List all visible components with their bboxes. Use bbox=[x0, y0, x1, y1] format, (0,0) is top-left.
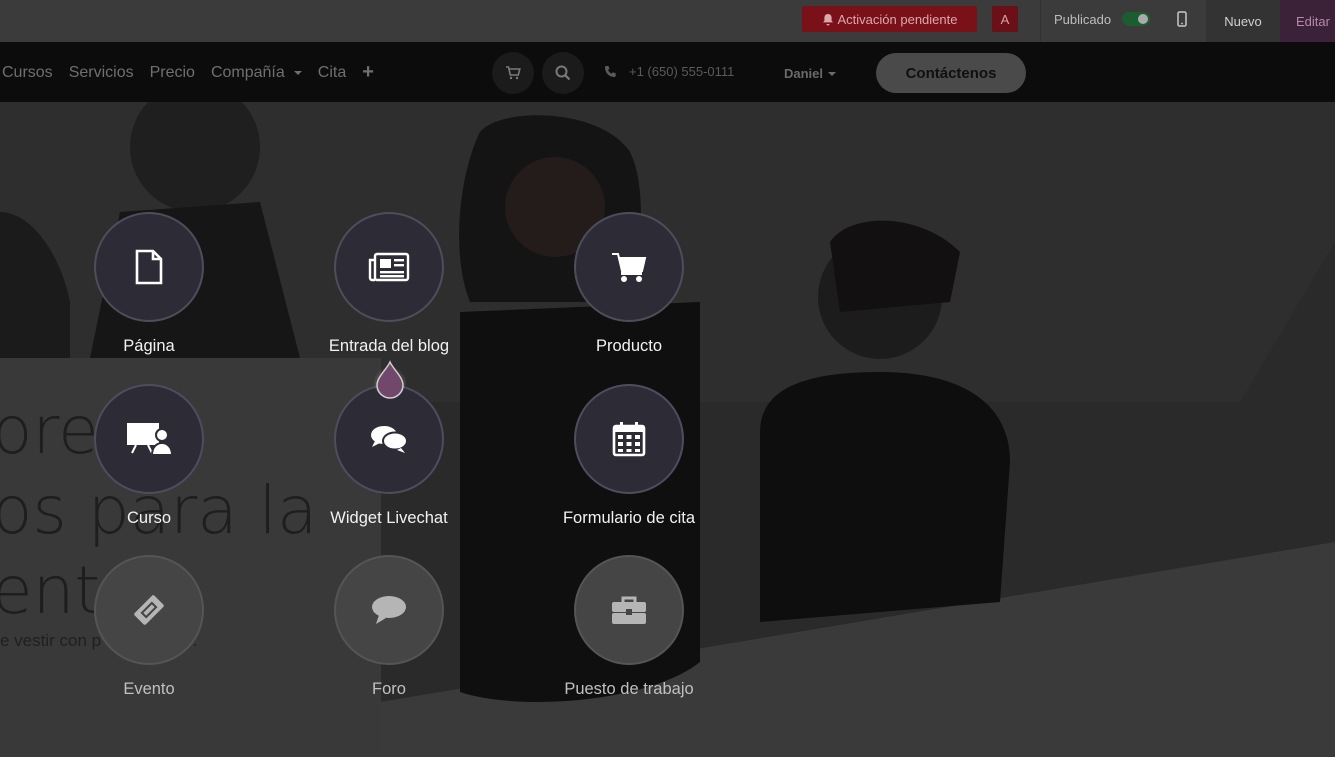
activation-pending-button[interactable]: Activación pendiente bbox=[802, 6, 977, 32]
mobile-preview-icon[interactable] bbox=[1177, 11, 1187, 32]
option-event-label: Evento bbox=[123, 680, 175, 698]
bell-icon bbox=[822, 13, 833, 25]
option-blog-post[interactable]: Entrada del blog bbox=[269, 212, 509, 372]
nav-link-compania-label: Compañía bbox=[210, 64, 285, 81]
option-product-label: Producto bbox=[595, 337, 663, 355]
user-menu[interactable]: Daniel bbox=[784, 66, 837, 81]
user-name: Daniel bbox=[784, 66, 824, 81]
option-blog-post-circle[interactable] bbox=[334, 212, 444, 322]
option-job-position[interactable]: Puesto de trabajo bbox=[509, 555, 749, 715]
contact-us-button[interactable]: Contáctenos bbox=[876, 53, 1026, 93]
option-page-circle[interactable] bbox=[94, 212, 204, 322]
divider bbox=[1040, 0, 1041, 42]
option-livechat-widget[interactable]: Widget Livechat bbox=[269, 384, 509, 544]
option-livechat-widget-label: Widget Livechat bbox=[330, 509, 448, 527]
option-livechat-widget-circle[interactable] bbox=[334, 384, 444, 494]
chat-bubbles-icon bbox=[371, 426, 408, 453]
option-event[interactable]: Evento bbox=[29, 555, 269, 715]
option-course-label: Curso bbox=[126, 509, 171, 527]
new-button[interactable]: Nuevo bbox=[1206, 0, 1280, 42]
option-product-circle[interactable] bbox=[574, 212, 684, 322]
droplet-icon bbox=[374, 360, 406, 399]
add-menu-item-icon[interactable]: + bbox=[362, 62, 374, 82]
chevron-down-icon bbox=[293, 71, 302, 75]
nav-link-servicios[interactable]: Servicios bbox=[69, 64, 134, 82]
published-label: Publicado bbox=[1054, 12, 1112, 27]
file-icon bbox=[135, 249, 163, 285]
editor-top-bar: Activación pendiente A Publicado Nuevo E… bbox=[0, 0, 1335, 43]
option-page-label: Página bbox=[123, 337, 175, 355]
nav-menu: Cursos Servicios Precio Compañía Cita + bbox=[2, 62, 374, 82]
option-forum[interactable]: Foro bbox=[269, 555, 509, 715]
search-icon bbox=[555, 65, 571, 81]
briefcase-icon bbox=[612, 596, 646, 624]
option-job-position-circle[interactable] bbox=[574, 555, 684, 665]
option-appointment-form-circle[interactable] bbox=[574, 384, 684, 494]
ticket-icon bbox=[134, 595, 164, 625]
option-appointment-form[interactable]: Formulario de cita bbox=[509, 384, 749, 544]
presentation-icon bbox=[127, 423, 172, 456]
nav-link-cita[interactable]: Cita bbox=[318, 64, 346, 82]
option-event-circle[interactable] bbox=[94, 555, 204, 665]
comment-icon bbox=[372, 596, 406, 624]
calendar-icon bbox=[612, 422, 646, 457]
newspaper-icon bbox=[368, 252, 410, 282]
phone-number: +1 (650) 555-0111 bbox=[629, 64, 735, 79]
nav-link-cursos[interactable]: Cursos bbox=[2, 64, 53, 82]
option-blog-post-label: Entrada del blog bbox=[328, 337, 450, 355]
option-forum-label: Foro bbox=[372, 680, 406, 698]
phone-icon bbox=[605, 66, 616, 77]
option-product[interactable]: Producto bbox=[509, 212, 749, 372]
edit-button[interactable]: Editar bbox=[1280, 0, 1335, 42]
chevron-down-icon bbox=[828, 71, 837, 76]
cart-icon bbox=[506, 66, 521, 80]
user-avatar[interactable]: A bbox=[992, 6, 1018, 32]
nav-link-precio[interactable]: Precio bbox=[150, 64, 195, 82]
option-course[interactable]: Curso bbox=[29, 384, 269, 544]
cart-button[interactable] bbox=[492, 52, 534, 94]
option-page[interactable]: Página bbox=[29, 212, 269, 372]
site-navbar: Cursos Servicios Precio Compañía Cita + … bbox=[0, 42, 1335, 102]
option-forum-circle[interactable] bbox=[334, 555, 444, 665]
nav-link-compania[interactable]: Compañía bbox=[211, 64, 302, 82]
activation-pending-label: Activación pendiente bbox=[837, 11, 958, 27]
option-appointment-form-label: Formulario de cita bbox=[562, 509, 696, 527]
published-toggle[interactable] bbox=[1122, 12, 1150, 26]
cart-icon bbox=[612, 253, 647, 282]
option-job-position-label: Puesto de trabajo bbox=[564, 680, 694, 698]
option-course-circle[interactable] bbox=[94, 384, 204, 494]
search-button[interactable] bbox=[542, 52, 584, 94]
phone-contact[interactable]: +1 (650) 555-0111 bbox=[604, 64, 734, 79]
